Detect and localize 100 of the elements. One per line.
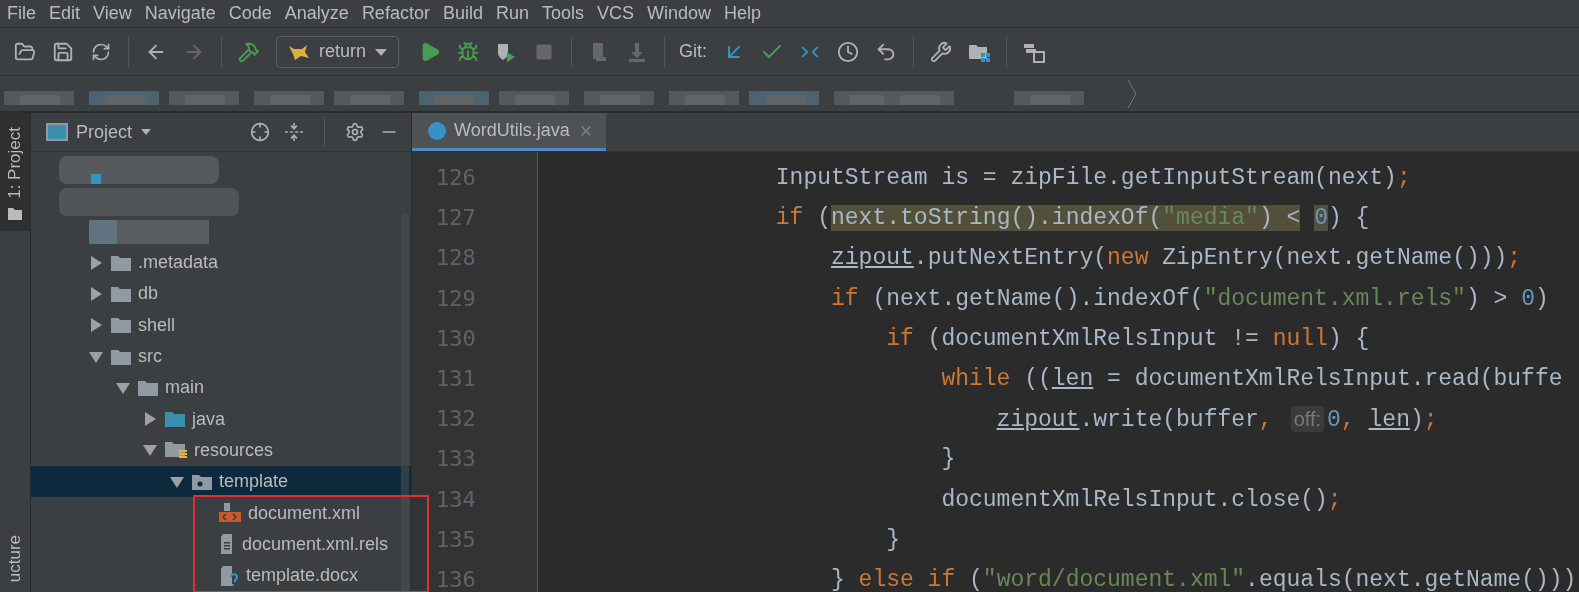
tree-row[interactable]: src [31, 340, 399, 373]
collapsed-arrow-icon[interactable] [88, 254, 104, 271]
project-view-dropdown[interactable]: Project [46, 121, 153, 143]
menu-item[interactable]: Refactor [358, 3, 440, 24]
stop-icon [535, 42, 554, 61]
code-token: if [775, 205, 804, 232]
package-icon [191, 472, 213, 491]
caret-icon [140, 128, 153, 136]
folder-icon [7, 206, 23, 221]
code-token: (next.getName().indexOf( [872, 285, 1204, 312]
editor-tab[interactable]: WordUtils.java [412, 113, 606, 151]
menu-item[interactable]: Tools [538, 3, 594, 24]
code-token: InputStream is = zipFile.getInputStream(next) [775, 165, 1397, 191]
code-token: , [1258, 407, 1273, 434]
menu-item[interactable]: File [4, 3, 46, 24]
code-token: 0 [1521, 285, 1535, 312]
collapsed-arrow-icon[interactable] [88, 317, 104, 334]
menu-item[interactable]: VCS [594, 3, 644, 24]
folder-icon [110, 253, 132, 272]
folder-icon [137, 378, 159, 397]
code-token: ( [969, 566, 983, 592]
code-token: documentXmlRelsInput.close() [941, 486, 1328, 513]
tree-row[interactable]: .metadata [31, 247, 399, 279]
folder-icon [14, 40, 36, 63]
code-token: 0 [1327, 407, 1341, 434]
code-token: ; [1423, 407, 1438, 434]
menu-item[interactable]: Analyze [281, 3, 359, 24]
code-token: if [886, 325, 914, 352]
settings-icon[interactable] [345, 122, 365, 142]
locate-icon[interactable] [250, 122, 270, 142]
code-token: ZipEntry(next.getName())) [1162, 245, 1508, 272]
code-token: 0 [1314, 205, 1328, 232]
menu-item[interactable]: Help [721, 3, 772, 24]
code-token: ) < [1258, 205, 1301, 232]
tree-row[interactable]: db [31, 278, 399, 310]
code-token: else if [858, 566, 956, 592]
bug-icon [457, 40, 480, 63]
tree-row[interactable]: template [31, 466, 411, 498]
code-token: } [941, 446, 956, 473]
tree-row[interactable]: shell [31, 309, 399, 341]
menu-item[interactable]: Window [644, 3, 722, 24]
run-config-dropdown[interactable]: return [276, 35, 400, 68]
structure-tool-tab[interactable]: ucture [0, 520, 30, 592]
code-token: ) { [1327, 205, 1370, 232]
code-token: zipout [996, 407, 1080, 434]
collapsed-arrow-icon[interactable] [142, 411, 158, 428]
code-token: ; [1327, 486, 1342, 513]
code-token: ) [1534, 285, 1549, 312]
wrench-icon [930, 40, 953, 63]
scrollbar[interactable] [401, 213, 409, 592]
code-token: (( [1024, 365, 1052, 392]
code-token: = documentXmlRelsInput.read(buffe [1107, 365, 1563, 392]
code-token: next.toString().indexOf( [831, 205, 1163, 232]
code-token: .write(buffer [1079, 407, 1259, 434]
code-token: len [1368, 407, 1410, 434]
folder-icon [110, 284, 132, 303]
code-token: , [1340, 407, 1355, 434]
tree-row[interactable]: main [31, 372, 399, 404]
refresh-icon [91, 41, 111, 62]
code-token: off: [1290, 406, 1325, 433]
code-token: (documentXmlRelsInput != [927, 325, 1259, 352]
tree-row[interactable]: resources [31, 434, 399, 467]
collapse-all-icon[interactable] [284, 122, 304, 142]
xml-file-icon [218, 502, 242, 524]
menu-item[interactable]: View [90, 3, 142, 24]
save-icon [52, 40, 74, 63]
menu-item[interactable]: Build [439, 3, 493, 24]
code-token: ) > [1465, 285, 1508, 312]
window-icon [46, 122, 68, 142]
hammer-icon [238, 40, 260, 63]
unknown-file-icon [218, 564, 240, 587]
project-tool-tab[interactable]: 1: Project [0, 113, 30, 231]
resource-folder-icon [164, 440, 188, 461]
menu-item[interactable]: Navigate [141, 3, 226, 24]
code-token: } [886, 526, 900, 553]
code-token: while [941, 365, 1011, 392]
clock-icon [837, 40, 860, 63]
tree-row[interactable]: document.xml [31, 497, 399, 529]
code-token: "word/document.xml" [982, 566, 1246, 592]
caret-icon [374, 46, 389, 57]
code-token: ( [817, 205, 831, 232]
menu-item[interactable]: Run [492, 3, 539, 24]
folder-icon [110, 347, 132, 366]
collapsed-arrow-icon[interactable] [88, 285, 104, 302]
code-token: len [1051, 365, 1094, 392]
tree-row[interactable]: template.docx [31, 559, 399, 592]
code-token: new [1107, 245, 1149, 272]
code-token: } [831, 566, 845, 592]
code-token: ) { [1327, 325, 1370, 352]
menu-item[interactable]: Edit [46, 3, 91, 24]
code-token: zipout [831, 245, 914, 272]
menu-item[interactable]: Code [225, 3, 282, 24]
tree-row[interactable]: java [31, 403, 399, 435]
code-token: .putNextEntry( [913, 245, 1108, 272]
code-token: ; [1507, 245, 1522, 272]
git-label: Git: [679, 41, 708, 62]
tree-row[interactable]: document.xml.rels [31, 528, 399, 560]
code-token: .equals(next.getName())) [1245, 566, 1577, 592]
code-token: ) [1409, 407, 1424, 434]
code-token: if [831, 285, 859, 312]
